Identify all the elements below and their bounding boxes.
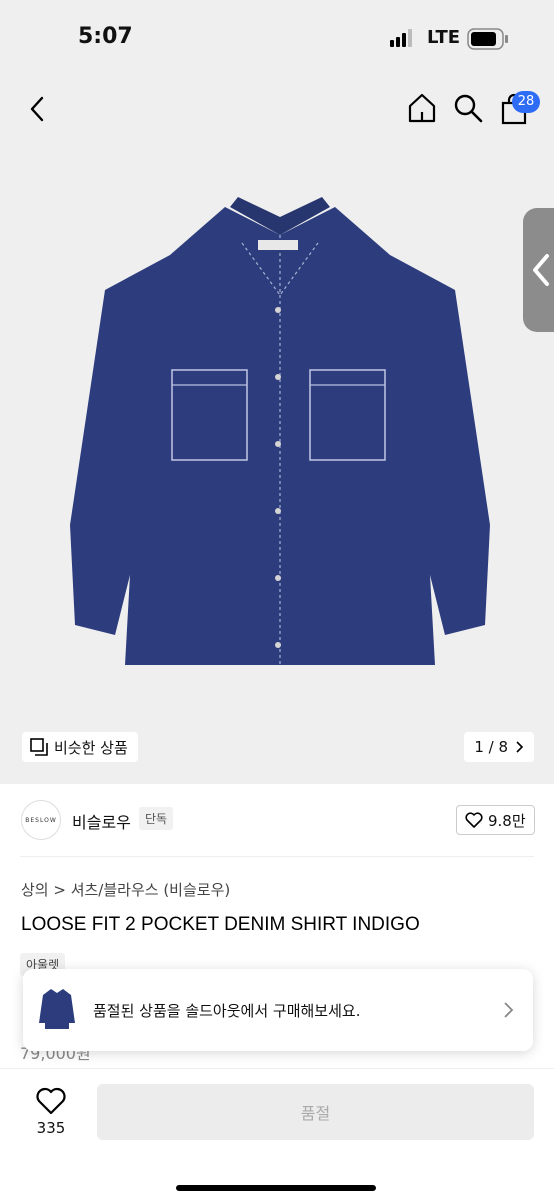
signal-icon xyxy=(390,29,412,47)
bottom-bar: 335 품절 xyxy=(0,1068,554,1200)
similar-products-button[interactable]: 비슷한 상품 xyxy=(22,732,138,762)
like-count: 335 xyxy=(36,1119,66,1137)
status-time: 5:07 xyxy=(78,24,133,49)
home-indicator xyxy=(176,1185,376,1191)
product-title: LOOSE FIT 2 POCKET DENIM SHIRT INDIGO xyxy=(21,914,420,935)
toast-thumbnail xyxy=(39,989,75,1029)
toast-message: 품절된 상품을 솔드아웃에서 구매해보세요. xyxy=(93,1002,361,1020)
back-icon[interactable] xyxy=(24,94,54,124)
exclusive-badge: 단독 xyxy=(139,807,174,830)
heart-icon xyxy=(465,812,483,828)
soldout-button[interactable]: 품절 xyxy=(97,1084,534,1140)
chevron-right-icon xyxy=(516,741,524,753)
cart-badge: 28 xyxy=(512,91,540,113)
brand-like-button[interactable]: 9.8만 xyxy=(456,805,535,835)
chevron-right-icon xyxy=(504,1002,514,1018)
similar-label: 비슷한 상품 xyxy=(54,738,128,757)
divider xyxy=(20,856,534,857)
product-image-shirt[interactable] xyxy=(60,195,500,675)
similar-icon xyxy=(30,738,48,756)
home-icon[interactable] xyxy=(406,92,438,124)
image-counter[interactable]: 1 / 8 xyxy=(464,732,534,762)
network-label: LTE xyxy=(427,27,461,48)
breadcrumb[interactable]: 상의 > 셔츠/블라우스 (비슬로우) xyxy=(21,879,230,900)
counter-text: 1 / 8 xyxy=(474,738,508,756)
brand-name[interactable]: 비슬로우 xyxy=(72,809,131,833)
brand-like-count: 9.8만 xyxy=(488,811,526,830)
chevron-left-icon xyxy=(533,254,549,286)
brand-logo[interactable]: BESLOW xyxy=(21,800,61,840)
heart-icon[interactable] xyxy=(36,1087,66,1115)
battery-icon xyxy=(467,28,508,50)
side-panel-handle[interactable] xyxy=(523,208,554,332)
status-bar: 5:07 LTE xyxy=(0,0,554,80)
search-icon[interactable] xyxy=(453,93,483,123)
brand-row: BESLOW 비슬로우 단독 9.8만 xyxy=(0,796,554,844)
soldout-toast[interactable]: 품절된 상품을 솔드아웃에서 구매해보세요. xyxy=(23,969,533,1051)
